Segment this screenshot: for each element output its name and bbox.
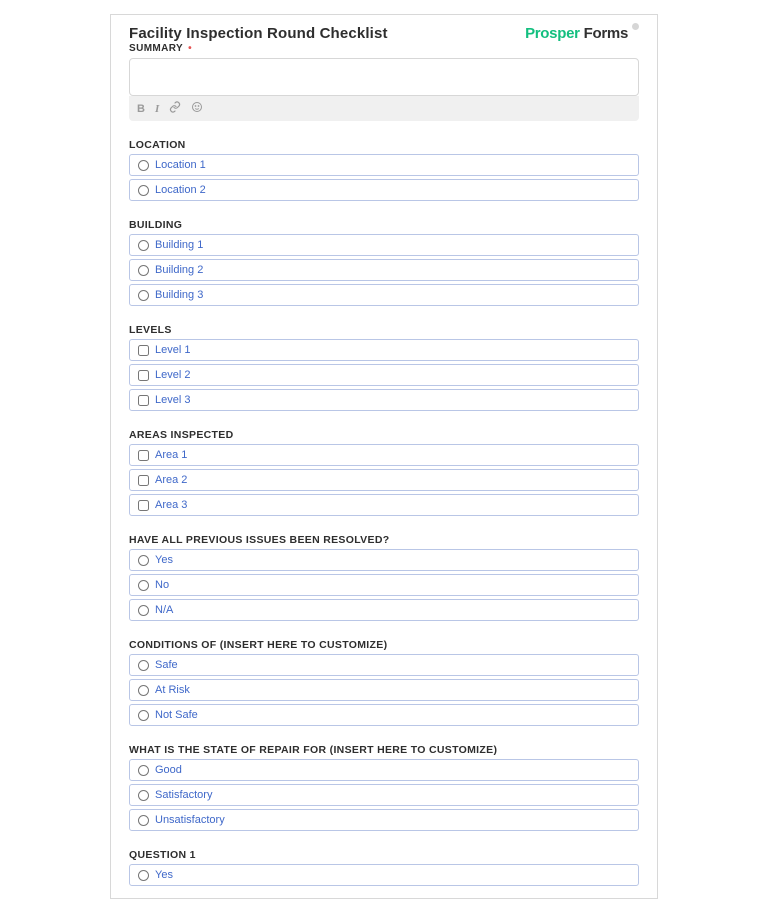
radio-input[interactable] (138, 870, 149, 881)
option-label[interactable]: Building 2 (155, 264, 203, 276)
option-row[interactable]: Level 2 (129, 364, 639, 386)
radio-input[interactable] (138, 580, 149, 591)
option-label[interactable]: Satisfactory (155, 789, 212, 801)
radio-input[interactable] (138, 240, 149, 251)
radio-input[interactable] (138, 555, 149, 566)
option-label[interactable]: Yes (155, 869, 173, 881)
section-location: LOCATION Location 1 Location 2 (129, 139, 639, 201)
option-row[interactable]: At Risk (129, 679, 639, 701)
option-label[interactable]: At Risk (155, 684, 190, 696)
summary-input[interactable] (129, 58, 639, 96)
option-row[interactable]: Location 2 (129, 179, 639, 201)
option-label[interactable]: Level 1 (155, 344, 190, 356)
option-label[interactable]: Not Safe (155, 709, 198, 721)
brand-dot-icon (632, 23, 639, 30)
option-label[interactable]: Area 1 (155, 449, 187, 461)
section-label: AREAS INSPECTED (129, 429, 639, 441)
radio-input[interactable] (138, 685, 149, 696)
radio-input[interactable] (138, 765, 149, 776)
radio-input[interactable] (138, 660, 149, 671)
option-label[interactable]: Building 1 (155, 239, 203, 251)
editor-toolbar: B I (129, 96, 639, 121)
checkbox-input[interactable] (138, 345, 149, 356)
option-label[interactable]: No (155, 579, 169, 591)
form-card: Facility Inspection Round Checklist SUMM… (110, 14, 658, 899)
section-areas: AREAS INSPECTED Area 1 Area 2 Area 3 (129, 429, 639, 516)
option-row[interactable]: Not Safe (129, 704, 639, 726)
summary-label: SUMMARY • (129, 43, 388, 54)
option-row[interactable]: Good (129, 759, 639, 781)
section-repair: WHAT IS THE STATE OF REPAIR FOR (INSERT … (129, 744, 639, 831)
radio-input[interactable] (138, 605, 149, 616)
header-row: Facility Inspection Round Checklist SUMM… (129, 25, 639, 54)
section-label: HAVE ALL PREVIOUS ISSUES BEEN RESOLVED? (129, 534, 639, 546)
option-row[interactable]: Area 1 (129, 444, 639, 466)
radio-input[interactable] (138, 185, 149, 196)
radio-input[interactable] (138, 160, 149, 171)
section-building: BUILDING Building 1 Building 2 Building 3 (129, 219, 639, 306)
option-row[interactable]: Building 2 (129, 259, 639, 281)
option-row[interactable]: N/A (129, 599, 639, 621)
radio-input[interactable] (138, 815, 149, 826)
bold-button[interactable]: B (137, 103, 145, 115)
brand-logo: Prosper Forms (525, 25, 639, 42)
option-label[interactable]: N/A (155, 604, 173, 616)
option-label[interactable]: Location 1 (155, 159, 206, 171)
option-label[interactable]: Area 3 (155, 499, 187, 511)
option-label[interactable]: Level 2 (155, 369, 190, 381)
section-levels: LEVELS Level 1 Level 2 Level 3 (129, 324, 639, 411)
radio-input[interactable] (138, 265, 149, 276)
option-row[interactable]: Building 1 (129, 234, 639, 256)
option-row[interactable]: Building 3 (129, 284, 639, 306)
section-label: QUESTION 1 (129, 849, 639, 861)
option-row[interactable]: Yes (129, 864, 639, 886)
radio-input[interactable] (138, 710, 149, 721)
option-row[interactable]: Area 2 (129, 469, 639, 491)
brand-part1: Prosper (525, 25, 580, 42)
option-label[interactable]: Area 2 (155, 474, 187, 486)
form-title: Facility Inspection Round Checklist (129, 25, 388, 42)
checkbox-input[interactable] (138, 450, 149, 461)
option-row[interactable]: Satisfactory (129, 784, 639, 806)
option-label[interactable]: Unsatisfactory (155, 814, 225, 826)
emoji-icon[interactable] (191, 101, 203, 116)
link-icon[interactable] (169, 101, 181, 116)
checkbox-input[interactable] (138, 500, 149, 511)
option-label[interactable]: Yes (155, 554, 173, 566)
italic-button[interactable]: I (155, 103, 159, 115)
option-label[interactable]: Location 2 (155, 184, 206, 196)
section-conditions: CONDITIONS OF (INSERT HERE TO CUSTOMIZE)… (129, 639, 639, 726)
option-label[interactable]: Level 3 (155, 394, 190, 406)
section-label: LEVELS (129, 324, 639, 336)
radio-input[interactable] (138, 290, 149, 301)
section-label: BUILDING (129, 219, 639, 231)
section-label: LOCATION (129, 139, 639, 151)
option-label[interactable]: Safe (155, 659, 178, 671)
checkbox-input[interactable] (138, 395, 149, 406)
checkbox-input[interactable] (138, 475, 149, 486)
option-row[interactable]: Location 1 (129, 154, 639, 176)
option-row[interactable]: Safe (129, 654, 639, 676)
option-row[interactable]: Yes (129, 549, 639, 571)
option-label[interactable]: Building 3 (155, 289, 203, 301)
checkbox-input[interactable] (138, 370, 149, 381)
option-row[interactable]: Unsatisfactory (129, 809, 639, 831)
brand-part2: Forms (584, 25, 628, 42)
option-row[interactable]: Level 3 (129, 389, 639, 411)
section-label: WHAT IS THE STATE OF REPAIR FOR (INSERT … (129, 744, 639, 756)
option-label[interactable]: Good (155, 764, 182, 776)
section-prev_issues: HAVE ALL PREVIOUS ISSUES BEEN RESOLVED? Y… (129, 534, 639, 621)
section-q1: QUESTION 1 Yes (129, 849, 639, 886)
option-row[interactable]: No (129, 574, 639, 596)
radio-input[interactable] (138, 790, 149, 801)
option-row[interactable]: Area 3 (129, 494, 639, 516)
summary-label-text: SUMMARY (129, 43, 183, 54)
required-marker: • (188, 43, 192, 54)
option-row[interactable]: Level 1 (129, 339, 639, 361)
section-label: CONDITIONS OF (INSERT HERE TO CUSTOMIZE) (129, 639, 639, 651)
